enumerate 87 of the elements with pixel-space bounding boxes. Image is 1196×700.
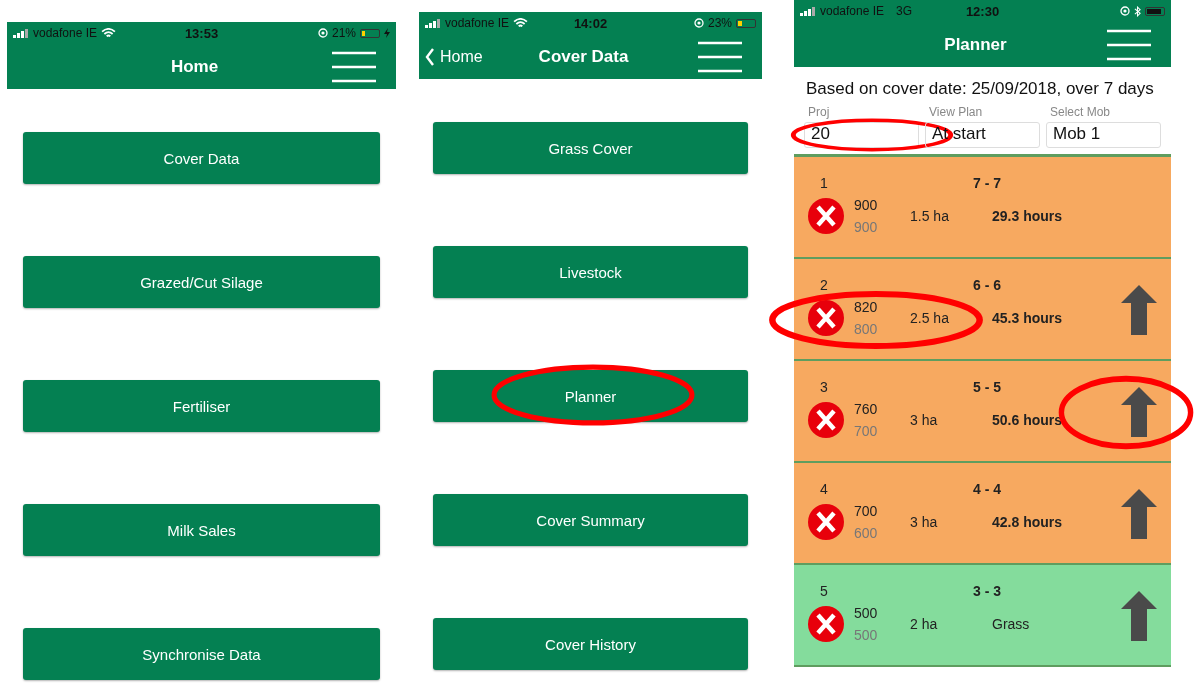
remove-icon[interactable] bbox=[808, 606, 844, 642]
menu-button[interactable]: Synchronise Data bbox=[23, 628, 380, 680]
paddock-number: 2 bbox=[819, 277, 829, 293]
input-field[interactable]: Mob 1 bbox=[1046, 122, 1161, 148]
menu-button[interactable]: Milk Sales bbox=[23, 504, 380, 556]
duration-value: 29.3 hours bbox=[992, 208, 1063, 224]
up-arrow-icon[interactable] bbox=[1121, 591, 1157, 641]
lock-rotation-icon bbox=[1120, 6, 1130, 16]
battery-percent: 23% bbox=[707, 16, 732, 30]
field-label: View Plan bbox=[928, 105, 983, 120]
battery-icon bbox=[360, 28, 380, 38]
target-value: 900 bbox=[854, 219, 879, 235]
rotation-range: 4 - 4 bbox=[973, 481, 1001, 497]
signal-icon bbox=[425, 18, 441, 28]
rotation-range: 3 - 3 bbox=[973, 583, 1001, 599]
input-field[interactable]: 20 bbox=[804, 122, 919, 148]
rotation-range: 6 - 6 bbox=[973, 277, 1001, 293]
target-value: 500 bbox=[854, 627, 879, 643]
cover-value: 820 bbox=[854, 299, 879, 315]
carrier-label: vodafone IE bbox=[820, 4, 885, 18]
paddock-number: 5 bbox=[819, 583, 829, 599]
menu-button[interactable]: Livestock bbox=[433, 246, 748, 298]
remove-icon[interactable] bbox=[808, 504, 844, 540]
target-value: 800 bbox=[854, 321, 879, 337]
remove-icon[interactable] bbox=[808, 198, 844, 234]
remove-icon[interactable] bbox=[808, 300, 844, 336]
rotation-range: 5 - 5 bbox=[973, 379, 1001, 395]
screen-title: Cover Data bbox=[537, 46, 630, 67]
remove-icon[interactable] bbox=[808, 402, 844, 438]
field-label: Proj bbox=[807, 105, 830, 120]
area-value: 1.5 ha bbox=[910, 208, 950, 224]
field-label: Select Mob bbox=[1049, 105, 1111, 120]
area-value: 2.5 ha bbox=[910, 310, 950, 326]
paddock-row[interactable]: 1 7 - 7 900 900 1.5 ha 29.3 hours bbox=[794, 157, 1171, 259]
paddock-number: 1 bbox=[819, 175, 829, 191]
lock-rotation-icon bbox=[317, 28, 328, 38]
signal-icon bbox=[13, 28, 29, 38]
rotation-range: 7 - 7 bbox=[973, 175, 1001, 191]
menu-icon[interactable] bbox=[698, 40, 742, 73]
target-value: 600 bbox=[854, 525, 879, 541]
up-arrow-icon[interactable] bbox=[1121, 489, 1157, 539]
area-value: 3 ha bbox=[910, 514, 939, 530]
screen-title: Home bbox=[169, 56, 220, 77]
menu-button[interactable]: Fertiliser bbox=[23, 380, 380, 432]
duration-value: 42.8 hours bbox=[992, 514, 1063, 530]
menu-button[interactable]: Cover History bbox=[433, 618, 748, 670]
clock-label: 12:30 bbox=[965, 3, 1000, 19]
cover-value: 500 bbox=[854, 605, 879, 621]
network-label: 3G bbox=[896, 4, 913, 18]
area-value: 3 ha bbox=[910, 412, 939, 428]
target-value: 700 bbox=[854, 423, 879, 439]
menu-icon[interactable] bbox=[1107, 28, 1151, 61]
clock-label: 14:02 bbox=[573, 15, 608, 31]
battery-icon bbox=[1145, 6, 1165, 16]
battery-percent: 21% bbox=[331, 26, 356, 40]
back-button[interactable]: Home bbox=[425, 47, 483, 66]
duration-value: 45.3 hours bbox=[992, 310, 1063, 326]
duration-value: Grass bbox=[992, 616, 1030, 632]
cover-value: 700 bbox=[854, 503, 879, 519]
menu-button[interactable]: Grass Cover bbox=[433, 122, 748, 174]
paddock-row[interactable]: 4 4 - 4 700 600 3 ha 42.8 hours bbox=[794, 463, 1171, 565]
back-chevron-icon bbox=[425, 47, 435, 66]
cover-value: 900 bbox=[854, 197, 879, 213]
duration-value: 50.6 hours bbox=[992, 412, 1063, 428]
menu-button[interactable]: Grazed/Cut Silage bbox=[23, 256, 380, 308]
input-field[interactable]: At start bbox=[925, 122, 1040, 148]
clock-label: 13:53 bbox=[184, 25, 219, 41]
screen-title: Planner bbox=[943, 34, 1008, 55]
area-value: 2 ha bbox=[910, 616, 939, 632]
carrier-label: vodafone IE bbox=[33, 26, 98, 40]
paddock-row[interactable]: 3 5 - 5 760 700 3 ha 50.6 hours bbox=[794, 361, 1171, 463]
up-arrow-icon[interactable] bbox=[1121, 285, 1157, 335]
battery-icon bbox=[736, 18, 756, 28]
signal-icon bbox=[800, 6, 816, 16]
lock-rotation-icon bbox=[693, 18, 704, 28]
summary-text: Based on cover date: 25/09/2018, over 7 days bbox=[805, 78, 1155, 100]
paddock-row[interactable]: 2 6 - 6 820 800 2.5 ha 45.3 hours bbox=[794, 259, 1171, 361]
paddock-number: 3 bbox=[819, 379, 829, 395]
menu-button[interactable]: Planner bbox=[433, 370, 748, 422]
menu-button[interactable]: Cover Summary bbox=[433, 494, 748, 546]
carrier-label: vodafone IE bbox=[445, 16, 510, 30]
menu-icon[interactable] bbox=[332, 50, 376, 83]
cover-value: 760 bbox=[854, 401, 879, 417]
menu-button[interactable]: Cover Data bbox=[23, 132, 380, 184]
up-arrow-icon[interactable] bbox=[1121, 387, 1157, 437]
paddock-row[interactable]: 5 3 - 3 500 500 2 ha Grass bbox=[794, 565, 1171, 667]
paddock-number: 4 bbox=[819, 481, 829, 497]
